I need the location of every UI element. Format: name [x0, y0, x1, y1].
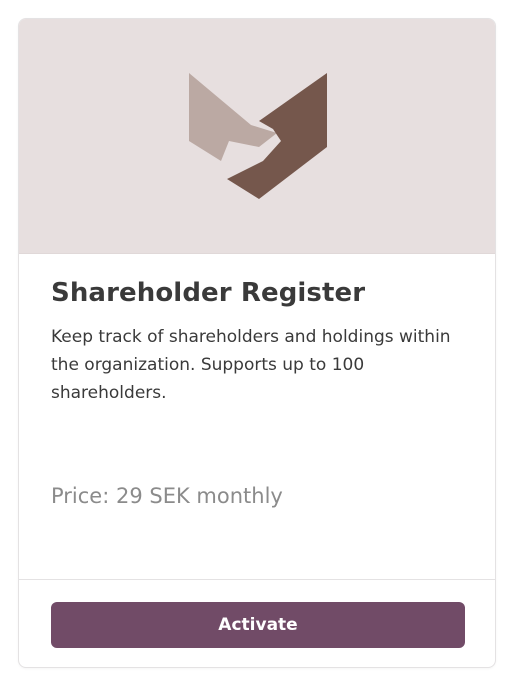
- app-card: Shareholder Register Keep track of share…: [18, 18, 496, 668]
- price-label: Price: 29 SEK monthly: [51, 484, 283, 508]
- activate-button[interactable]: Activate: [51, 602, 465, 648]
- card-footer: Activate: [19, 579, 495, 667]
- card-description: Keep track of shareholders and holdings …: [51, 327, 451, 403]
- card-title: Shareholder Register: [51, 278, 366, 308]
- card-hero: [19, 19, 495, 254]
- card-body: Shareholder Register Keep track of share…: [51, 275, 471, 407]
- brand-logo-icon: [189, 73, 327, 199]
